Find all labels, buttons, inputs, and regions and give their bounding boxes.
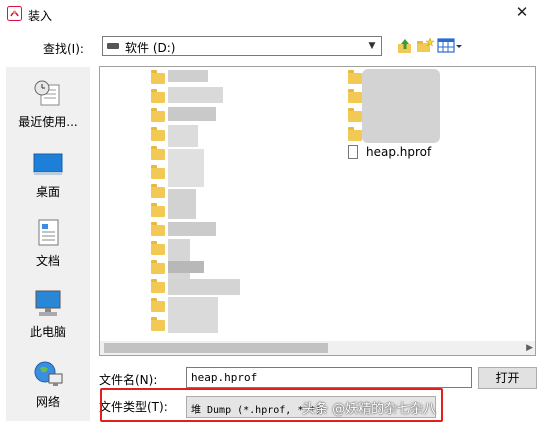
place-recent[interactable]: 最近使用... — [6, 77, 90, 137]
folder-icon[interactable] — [151, 241, 165, 255]
obscured-name — [168, 222, 216, 236]
view-menu-icon[interactable] — [437, 37, 463, 55]
obscured-name — [168, 189, 196, 219]
folder-icon[interactable] — [151, 108, 165, 122]
obscured-name — [168, 261, 204, 273]
obscured-name — [168, 87, 223, 103]
filename-value: heap.hprof — [191, 371, 258, 384]
folder-icon[interactable] — [348, 108, 362, 122]
lookin-value: 软件 (D:) — [125, 41, 176, 55]
place-network-label: 网络 — [35, 395, 60, 409]
obscured-name — [168, 149, 204, 187]
new-folder-icon[interactable] — [416, 37, 434, 55]
place-desktop[interactable]: 桌面 — [6, 153, 90, 199]
place-thispc[interactable]: 此电脑 — [6, 289, 90, 339]
obscured-name — [362, 69, 440, 143]
documents-icon — [38, 219, 59, 246]
network-icon — [34, 361, 63, 386]
folder-icon[interactable] — [348, 70, 362, 84]
filename-input[interactable]: heap.hprof — [186, 367, 472, 388]
place-documents-label: 文档 — [35, 254, 60, 268]
desktop-icon — [33, 153, 63, 175]
folder-icon[interactable] — [151, 317, 165, 331]
folder-icon[interactable] — [151, 184, 165, 198]
java-app-icon — [7, 6, 22, 21]
folder-icon[interactable] — [151, 279, 165, 293]
scroll-right-icon[interactable]: ▶ — [526, 341, 533, 355]
folder-icon[interactable] — [151, 146, 165, 160]
folder-icon[interactable] — [151, 260, 165, 274]
horizontal-scrollbar[interactable]: ▶ — [100, 341, 535, 355]
computer-icon — [35, 290, 61, 316]
place-documents[interactable]: 文档 — [6, 219, 90, 269]
file-list[interactable]: heap.hprof — [99, 66, 536, 356]
up-folder-icon[interactable] — [396, 37, 414, 55]
place-network[interactable]: 网络 — [6, 359, 90, 409]
folder-icon[interactable] — [151, 70, 165, 84]
scrollbar-thumb[interactable] — [104, 343, 328, 353]
place-desktop-label: 桌面 — [35, 185, 60, 199]
folder-icon[interactable] — [348, 89, 362, 103]
file-icon — [348, 145, 358, 159]
folder-icon[interactable] — [151, 203, 165, 217]
close-icon[interactable]: ✕ — [511, 3, 533, 21]
folder-icon[interactable] — [151, 298, 165, 312]
folder-icon[interactable] — [151, 89, 165, 103]
window-title: 装入 — [28, 9, 53, 23]
place-recent-label: 最近使用... — [18, 115, 78, 129]
open-button[interactable]: 打开 — [478, 367, 537, 389]
folder-icon[interactable] — [151, 127, 165, 141]
watermark-text: 头条 @妖精的杂七杂八 — [302, 402, 437, 417]
folder-icon[interactable] — [151, 222, 165, 236]
folder-icon[interactable] — [348, 127, 362, 141]
drive-icon — [107, 43, 119, 49]
obscured-name — [168, 279, 240, 295]
obscured-name — [168, 107, 216, 121]
lookin-label: 查找(I): — [43, 42, 84, 56]
obscured-name — [168, 239, 190, 279]
file-name: heap.hprof — [366, 145, 432, 159]
obscured-name — [168, 297, 218, 333]
obscured-name — [168, 70, 208, 82]
recent-places-icon — [34, 80, 60, 106]
place-thispc-label: 此电脑 — [29, 325, 66, 339]
folder-icon[interactable] — [151, 165, 165, 179]
places-bar: 最近使用... 桌面 文档 此电脑 网络 — [6, 67, 90, 421]
title-bar — [0, 0, 537, 28]
filename-label: 文件名(N): — [99, 373, 158, 387]
chevron-down-icon[interactable]: ▼ — [363, 37, 381, 55]
obscured-name — [168, 125, 198, 147]
lookin-combo[interactable]: 软件 (D:) ▼ — [102, 36, 382, 56]
